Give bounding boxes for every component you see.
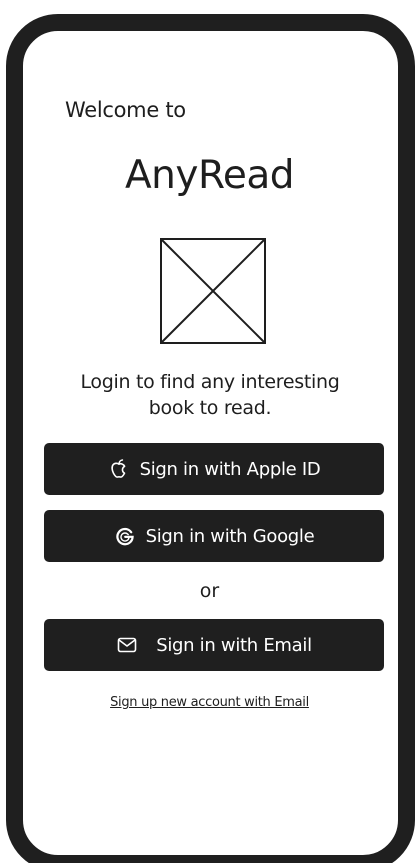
sign-in-apple-label: Sign in with Apple ID (139, 458, 321, 480)
image-placeholder (160, 238, 266, 344)
apple-icon (108, 458, 130, 480)
app-title: AnyRead (125, 153, 294, 198)
phone-frame (6, 14, 415, 863)
sign-in-email-label: Sign in with Email (156, 634, 312, 656)
tagline-text: Login to find any interesting book to re… (80, 371, 340, 419)
google-icon (114, 525, 136, 547)
sign-in-google-label: Sign in with Google (145, 525, 315, 547)
or-divider: or (199, 580, 220, 602)
sign-in-google-button[interactable]: Sign in with Google (44, 510, 384, 562)
mail-icon (116, 634, 138, 656)
sign-up-email-link[interactable]: Sign up new account with Email (0, 695, 419, 710)
sign-in-email-button[interactable]: Sign in with Email (44, 619, 384, 671)
sign-in-apple-button[interactable]: Sign in with Apple ID (44, 443, 384, 495)
welcome-heading: Welcome to (65, 98, 186, 122)
